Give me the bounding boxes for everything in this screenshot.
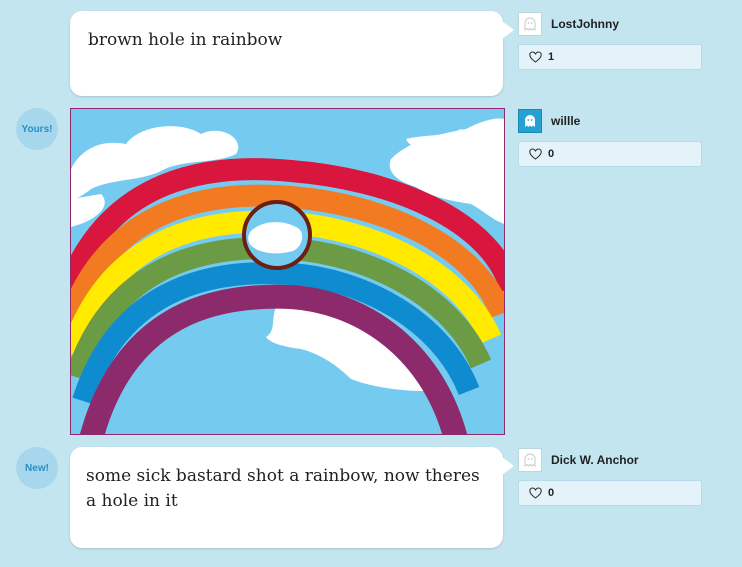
heart-outline-icon xyxy=(529,148,542,160)
heart-outline-icon xyxy=(529,51,542,63)
new-badge: New! xyxy=(16,447,58,489)
ghost-icon xyxy=(524,453,536,467)
caption-text: some sick bastard shot a rainbow, now th… xyxy=(86,466,480,511)
bubble-tail xyxy=(502,21,514,39)
like-button[interactable]: 0 xyxy=(518,480,702,506)
rainbow-drawing-canvas xyxy=(71,109,504,434)
rainbow-drawing[interactable] xyxy=(70,108,505,435)
username[interactable]: Dick W. Anchor xyxy=(551,453,639,467)
bubble-tail xyxy=(502,457,514,475)
ghost-icon xyxy=(525,115,535,127)
like-button[interactable]: 0 xyxy=(518,141,702,167)
username[interactable]: LostJohnny xyxy=(551,17,619,31)
like-count: 0 xyxy=(548,148,555,160)
like-count: 1 xyxy=(548,51,555,63)
like-button[interactable]: 1 xyxy=(518,44,702,70)
user-willle[interactable]: willle xyxy=(518,108,580,134)
user-dick-w-anchor[interactable]: Dick W. Anchor xyxy=(518,447,639,473)
yours-badge: Yours! xyxy=(16,108,58,150)
username[interactable]: willle xyxy=(551,114,580,128)
caption-text: brown hole in rainbow xyxy=(88,30,283,50)
avatar[interactable] xyxy=(518,12,542,36)
caption-bubble: some sick bastard shot a rainbow, now th… xyxy=(70,447,514,548)
caption-bubble: brown hole in rainbow xyxy=(70,11,514,96)
avatar[interactable] xyxy=(518,109,542,133)
ghost-icon xyxy=(524,17,536,31)
like-count: 0 xyxy=(548,487,555,499)
hole-in-rainbow xyxy=(242,200,312,270)
user-lostjohnny[interactable]: LostJohnny xyxy=(518,11,619,37)
avatar[interactable] xyxy=(518,448,542,472)
heart-outline-icon xyxy=(529,487,542,499)
